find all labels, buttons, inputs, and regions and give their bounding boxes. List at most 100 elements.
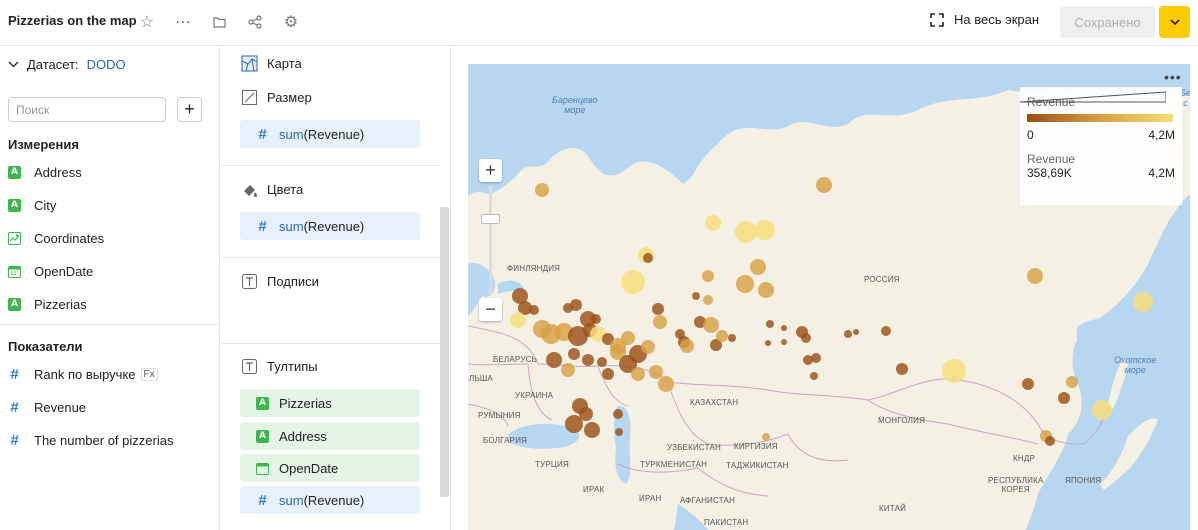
measure-item[interactable]: # The number of pizzerias	[8, 430, 173, 450]
pizzeria-bubble[interactable]	[584, 422, 600, 438]
add-field-button[interactable]: +	[177, 97, 202, 122]
map-canvas[interactable]: Баренцево море ФИНЛЯНДИЯ РОССИЯ БЕЛАРУСЬ…	[468, 64, 1190, 530]
pizzeria-bubble[interactable]	[750, 259, 766, 275]
pizzeria-bubble[interactable]	[692, 292, 700, 300]
pizzeria-bubble[interactable]	[591, 314, 601, 324]
pizzeria-bubble[interactable]	[803, 355, 813, 365]
pizzeria-bubble[interactable]	[703, 295, 713, 305]
pizzeria-bubble[interactable]	[1027, 268, 1043, 284]
pizzeria-bubble[interactable]	[942, 359, 966, 383]
pizzeria-bubble[interactable]	[816, 177, 832, 193]
pizzeria-bubble[interactable]	[649, 365, 663, 379]
dimension-item[interactable]: A Address	[8, 162, 82, 182]
scrollbar[interactable]	[440, 207, 449, 497]
pizzeria-bubble[interactable]	[535, 183, 549, 197]
pizzeria-bubble[interactable]	[613, 409, 623, 419]
divider	[221, 165, 440, 166]
pizzeria-bubble[interactable]	[597, 357, 607, 367]
pizzeria-bubble[interactable]	[728, 334, 736, 342]
save-dropdown-button[interactable]	[1159, 6, 1190, 38]
pizzeria-bubble[interactable]	[602, 368, 614, 380]
pizzeria-bubble[interactable]	[1092, 400, 1112, 420]
pizzeria-bubble[interactable]	[529, 305, 539, 315]
dataset-name[interactable]: DODO	[87, 57, 126, 72]
star-icon[interactable]: ☆	[136, 11, 158, 33]
pizzeria-bubble[interactable]	[796, 326, 808, 338]
tooltip-field-chip[interactable]: A Address	[240, 422, 420, 450]
folder-icon[interactable]	[208, 11, 230, 33]
text-type-icon: A	[8, 165, 21, 179]
dimension-item[interactable]: OpenDate	[8, 261, 93, 281]
pizzeria-bubble[interactable]	[705, 215, 721, 231]
pizzeria-bubble[interactable]	[716, 330, 728, 342]
pizzeria-bubble[interactable]	[762, 433, 770, 441]
dataset-selector[interactable]: Датасет: DODO	[8, 57, 126, 72]
pizzeria-bubble[interactable]	[510, 312, 526, 328]
pizzeria-bubble[interactable]	[652, 303, 664, 315]
paint-bucket-icon	[241, 181, 258, 198]
hash-icon: #	[258, 125, 267, 143]
top-bar: Pizzerias on the map ☆ ⋯ ⚙ На весь экран…	[0, 0, 1198, 46]
fullscreen-button[interactable]: На весь экран	[930, 12, 1039, 27]
pizzeria-bubble[interactable]	[896, 363, 908, 375]
pizzeria-bubble[interactable]	[765, 340, 771, 346]
zoom-slider[interactable]	[481, 186, 500, 294]
tooltip-field-chip[interactable]: A Pizzerias	[240, 389, 420, 417]
pizzeria-bubble[interactable]	[1022, 378, 1034, 390]
pizzeria-bubble[interactable]	[546, 352, 562, 368]
colors-field-chip[interactable]: # sum(Revenue)	[240, 212, 420, 240]
dimension-item[interactable]: A Pizzerias	[8, 294, 87, 314]
map-type-selector[interactable]: Карта	[241, 55, 302, 72]
pizzeria-bubble[interactable]	[621, 270, 645, 294]
visualization-config-panel: Карта Размер # sum(Revenue) Цвета # sum(…	[221, 47, 451, 530]
measure-item[interactable]: # Rank по выручке Fx	[8, 364, 158, 384]
pizzeria-bubble[interactable]	[781, 339, 787, 345]
dimension-item[interactable]: A City	[8, 195, 56, 215]
pizzeria-bubble[interactable]	[1066, 376, 1078, 388]
pizzeria-bubble[interactable]	[702, 270, 714, 282]
zoom-in-button[interactable]: +	[479, 159, 502, 182]
pizzeria-bubble[interactable]	[658, 376, 674, 392]
pizzeria-bubble[interactable]	[643, 253, 653, 263]
pizzeria-bubble[interactable]	[641, 340, 655, 354]
size-field-chip[interactable]: # sum(Revenue)	[240, 120, 420, 148]
pizzeria-bubble[interactable]	[615, 428, 623, 436]
zoom-out-button[interactable]: −	[479, 298, 502, 321]
zoom-slider-handle[interactable]	[481, 214, 500, 224]
pizzeria-bubble[interactable]	[810, 372, 818, 380]
pizzeria-bubble[interactable]	[881, 326, 891, 336]
pizzeria-bubble[interactable]	[1058, 392, 1070, 404]
pizzeria-bubble[interactable]	[653, 315, 667, 329]
pizzeria-bubble[interactable]	[755, 220, 775, 240]
gear-icon[interactable]: ⚙	[280, 11, 302, 33]
pizzeria-bubble[interactable]	[781, 325, 787, 331]
pizzeria-bubble[interactable]	[736, 275, 754, 293]
text-icon	[241, 358, 258, 375]
pizzeria-bubble[interactable]	[579, 407, 593, 421]
pizzeria-bubble[interactable]	[766, 320, 774, 328]
tooltip-field-chip[interactable]: # sum(Revenue)	[240, 486, 420, 514]
pizzeria-bubble[interactable]	[631, 367, 645, 381]
search-input[interactable]	[8, 97, 166, 122]
pizzeria-bubble[interactable]	[844, 330, 852, 338]
dimension-item[interactable]: Coordinates	[8, 228, 104, 248]
pizzeria-bubble[interactable]	[568, 348, 580, 360]
pizzeria-bubble[interactable]	[680, 339, 694, 353]
pizzeria-bubble[interactable]	[1045, 436, 1055, 446]
pizzeria-bubble[interactable]	[621, 331, 635, 345]
pizzeria-bubble[interactable]	[758, 282, 774, 298]
size-legend-wedge	[1020, 91, 1166, 103]
pizzeria-bubble[interactable]	[582, 354, 594, 366]
saved-button[interactable]: Сохранено	[1060, 6, 1155, 38]
tooltip-field-chip[interactable]: OpenDate	[240, 454, 420, 482]
pizzeria-bubble[interactable]	[853, 329, 859, 335]
pizzeria-bubble[interactable]	[570, 299, 582, 311]
pizzeria-bubble[interactable]	[703, 317, 719, 333]
pizzeria-bubble[interactable]	[735, 221, 757, 243]
pizzeria-bubble[interactable]	[561, 363, 575, 377]
pizzeria-bubble[interactable]	[1133, 292, 1153, 312]
share-icon[interactable]	[244, 11, 266, 33]
chart-menu-icon[interactable]: •••	[1164, 69, 1182, 85]
more-icon[interactable]: ⋯	[172, 11, 194, 33]
measure-item[interactable]: # Revenue	[8, 397, 86, 417]
